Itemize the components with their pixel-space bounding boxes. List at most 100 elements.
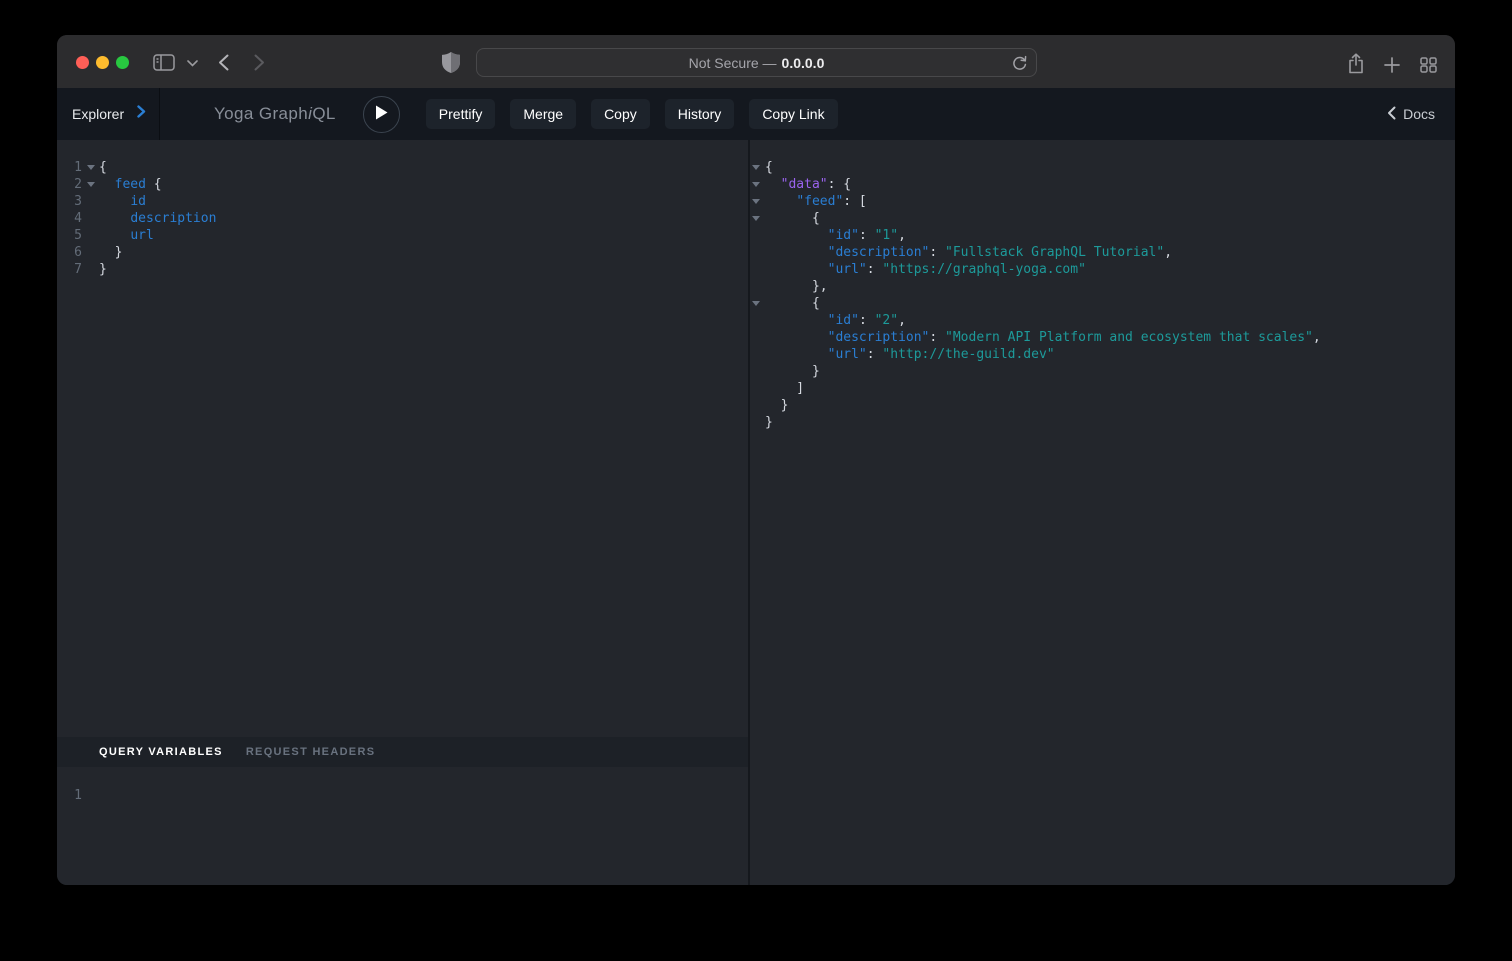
graphiql-toolbar: Explorer Yoga GraphiQL Prettify Merge Copy… [57,88,1455,140]
result-line[interactable]: "url": "http://the-guild.dev" [750,346,1455,363]
result-line[interactable]: "id": "2", [750,312,1455,329]
browser-window: Not Secure — 0.0.0.0 [57,35,1455,885]
code-text: } [99,244,122,261]
result-line[interactable]: } [750,414,1455,431]
docs-label: Docs [1403,106,1435,122]
result-line[interactable]: { [750,159,1455,176]
result-line[interactable]: "url": "https://graphql-yoga.com" [750,261,1455,278]
line-number: 1 [57,787,82,804]
query-line[interactable]: 4 description [57,210,748,227]
execute-query-button[interactable] [363,96,400,133]
variables-tabbar: QUERY VARIABLES REQUEST HEADERS [57,737,748,767]
fold-gutter-spacer [82,210,99,227]
fold-arrow-icon[interactable] [750,295,765,312]
result-line[interactable]: } [750,397,1455,414]
traffic-light-zoom[interactable] [116,56,129,69]
history-button[interactable]: History [665,99,735,129]
code-text: feed { [99,176,162,193]
fold-arrow-icon[interactable] [750,210,765,227]
reload-icon[interactable] [1012,55,1027,72]
explorer-toggle[interactable]: Explorer [57,88,160,140]
fold-gutter-spacer [750,346,765,363]
fold-arrow-icon[interactable] [750,176,765,193]
result-line[interactable]: ] [750,380,1455,397]
copy-link-button[interactable]: Copy Link [749,99,837,129]
chevron-right-icon [137,105,146,123]
fold-gutter-spacer [82,244,99,261]
code-text: { [99,159,107,176]
back-icon[interactable] [218,54,229,71]
tab-overview-icon[interactable] [1420,57,1437,73]
tab-query-variables[interactable]: QUERY VARIABLES [99,746,223,758]
variables-line[interactable]: 1 [57,787,748,804]
copy-button[interactable]: Copy [591,99,650,129]
result-line[interactable]: } [750,363,1455,380]
result-line[interactable]: "description": "Fullstack GraphQL Tutori… [750,244,1455,261]
fold-arrow-icon[interactable] [82,176,99,193]
tab-request-headers[interactable]: REQUEST HEADERS [246,746,376,758]
forward-icon[interactable] [254,54,265,71]
result-line[interactable]: { [750,295,1455,312]
code-text: ] [765,380,804,397]
traffic-light-minimize[interactable] [96,56,109,69]
fold-arrow-icon[interactable] [750,193,765,210]
query-editor[interactable]: 1{2 feed {3 id4 description5 url6 }7} [57,140,748,737]
app-logo: Yoga GraphiQL [214,104,336,124]
merge-button[interactable]: Merge [510,99,576,129]
query-line[interactable]: 1{ [57,159,748,176]
workspace: 1{2 feed {3 id4 description5 url6 }7} QU… [57,140,1455,885]
fold-gutter-spacer [82,227,99,244]
code-text: "feed": [ [765,193,867,210]
fold-gutter-spacer [82,261,99,278]
docs-toggle[interactable]: Docs [1387,106,1435,123]
result-line[interactable]: "data": { [750,176,1455,193]
traffic-light-close[interactable] [76,56,89,69]
fold-arrow-icon[interactable] [82,159,99,176]
line-number: 4 [57,210,82,227]
code-text: { [765,210,820,227]
code-text: "url": "https://graphql-yoga.com" [765,261,1086,278]
url-security-label: Not Secure — [689,55,777,71]
query-line[interactable]: 7} [57,261,748,278]
query-line[interactable]: 2 feed { [57,176,748,193]
code-text: "id": "2", [765,312,906,329]
query-line[interactable]: 6 } [57,244,748,261]
result-line[interactable]: }, [750,278,1455,295]
left-pane: 1{2 feed {3 id4 description5 url6 }7} QU… [57,140,748,885]
line-number: 5 [57,227,82,244]
tab-group-chevron-icon[interactable] [187,60,198,67]
result-line[interactable]: { [750,210,1455,227]
fold-gutter-spacer [750,363,765,380]
share-icon[interactable] [1347,53,1365,74]
code-text: "id": "1", [765,227,906,244]
prettify-button[interactable]: Prettify [426,99,496,129]
code-text: { [765,295,820,312]
code-text: } [765,363,820,380]
sidebar-toggle-icon[interactable] [153,54,175,71]
query-variables-editor[interactable]: 1 [57,767,748,885]
fold-gutter-spacer [750,380,765,397]
result-line[interactable]: "id": "1", [750,227,1455,244]
toolbar-buttons: Prettify Merge Copy History Copy Link [426,99,838,129]
code-text: "data": { [765,176,851,193]
code-text: description [99,210,216,227]
result-line[interactable]: "description": "Modern API Platform and … [750,329,1455,346]
query-line[interactable]: 3 id [57,193,748,210]
privacy-shield-icon[interactable] [442,52,460,73]
fold-arrow-icon[interactable] [750,159,765,176]
line-number: 1 [57,159,82,176]
results-viewer[interactable]: { "data": { "feed": [ { "id": "1", "desc… [750,140,1455,885]
fold-gutter-spacer [750,329,765,346]
code-text: url [99,227,154,244]
line-number: 7 [57,261,82,278]
fold-gutter-spacer [750,397,765,414]
fold-gutter-spacer [82,193,99,210]
new-tab-icon[interactable] [1384,57,1400,73]
fold-gutter-spacer [750,261,765,278]
url-host: 0.0.0.0 [782,55,825,71]
line-number: 3 [57,193,82,210]
query-line[interactable]: 5 url [57,227,748,244]
result-line[interactable]: "feed": [ [750,193,1455,210]
address-bar[interactable]: Not Secure — 0.0.0.0 [476,48,1037,77]
code-text: } [765,414,773,431]
